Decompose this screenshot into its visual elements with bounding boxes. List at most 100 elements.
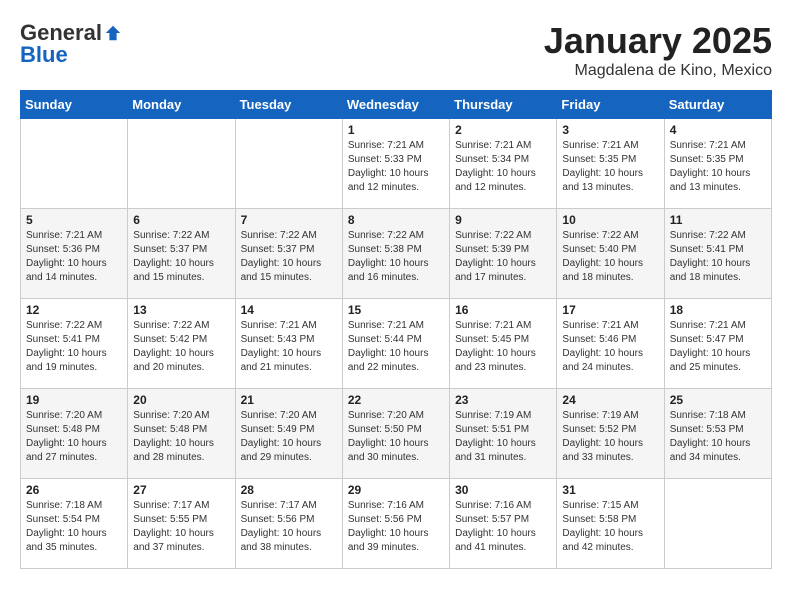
calendar-cell [128,119,235,209]
day-info: Sunrise: 7:21 AM Sunset: 5:35 PM Dayligh… [670,139,766,195]
calendar-cell: 4 Sunrise: 7:21 AM Sunset: 5:35 PM Daylig… [664,119,771,209]
calendar-week-row: 26Sunrise: 7:18 AM Sunset: 5:54 PM Dayli… [21,479,772,569]
day-number: 6 [133,213,229,227]
calendar-subtitle: Magdalena de Kino, Mexico [544,62,772,80]
logo-blue-text: Blue [20,42,68,68]
calendar-cell: 7 Sunrise: 7:22 AM Sunset: 5:37 PM Daylig… [235,209,342,299]
day-number: 1 [348,123,444,137]
calendar-week-row: 1 Sunrise: 7:21 AM Sunset: 5:33 PM Daylig… [21,119,772,209]
day-info: Sunrise: 7:16 AM Sunset: 5:57 PM Dayligh… [455,499,551,555]
page-header: General Blue January 2025 Magdalena de K… [20,20,772,80]
day-number: 19 [26,393,122,407]
calendar-cell [235,119,342,209]
day-info: Sunrise: 7:17 AM Sunset: 5:56 PM Dayligh… [241,499,337,555]
weekday-header-cell: Sunday [21,91,128,119]
calendar-cell: 8 Sunrise: 7:22 AM Sunset: 5:38 PM Daylig… [342,209,449,299]
calendar-cell: 3 Sunrise: 7:21 AM Sunset: 5:35 PM Daylig… [557,119,664,209]
day-info: Sunrise: 7:22 AM Sunset: 5:38 PM Dayligh… [348,229,444,285]
calendar-cell: 24Sunrise: 7:19 AM Sunset: 5:52 PM Dayli… [557,389,664,479]
calendar-cell: 1 Sunrise: 7:21 AM Sunset: 5:33 PM Daylig… [342,119,449,209]
calendar-cell: 13Sunrise: 7:22 AM Sunset: 5:42 PM Dayli… [128,299,235,389]
calendar-cell: 21 Sunrise: 7:20 AM Sunset: 5:49 PM Dayli… [235,389,342,479]
day-number: 14 [241,303,337,317]
day-number: 25 [670,393,766,407]
weekday-header-cell: Saturday [664,91,771,119]
calendar-cell: 19Sunrise: 7:20 AM Sunset: 5:48 PM Dayli… [21,389,128,479]
weekday-header-cell: Monday [128,91,235,119]
calendar-cell [21,119,128,209]
day-number: 18 [670,303,766,317]
day-info: Sunrise: 7:21 AM Sunset: 5:36 PM Dayligh… [26,229,122,285]
day-number: 21 [241,393,337,407]
day-info: Sunrise: 7:19 AM Sunset: 5:51 PM Dayligh… [455,409,551,465]
day-number: 27 [133,483,229,497]
calendar-cell: 25 Sunrise: 7:18 AM Sunset: 5:53 PM Dayli… [664,389,771,479]
day-info: Sunrise: 7:22 AM Sunset: 5:37 PM Dayligh… [241,229,337,285]
day-number: 22 [348,393,444,407]
day-info: Sunrise: 7:19 AM Sunset: 5:52 PM Dayligh… [562,409,658,465]
weekday-header-row: SundayMondayTuesdayWednesdayThursdayFrid… [21,91,772,119]
calendar-cell: 2 Sunrise: 7:21 AM Sunset: 5:34 PM Daylig… [450,119,557,209]
day-number: 8 [348,213,444,227]
calendar-cell: 28 Sunrise: 7:17 AM Sunset: 5:56 PM Dayli… [235,479,342,569]
day-number: 5 [26,213,122,227]
day-info: Sunrise: 7:21 AM Sunset: 5:45 PM Dayligh… [455,319,551,375]
calendar-cell: 6 Sunrise: 7:22 AM Sunset: 5:37 PM Daylig… [128,209,235,299]
day-number: 16 [455,303,551,317]
day-number: 23 [455,393,551,407]
calendar-cell: 30Sunrise: 7:16 AM Sunset: 5:57 PM Dayli… [450,479,557,569]
calendar-cell: 27 Sunrise: 7:17 AM Sunset: 5:55 PM Dayli… [128,479,235,569]
calendar-cell: 9Sunrise: 7:22 AM Sunset: 5:39 PM Daylig… [450,209,557,299]
day-info: Sunrise: 7:21 AM Sunset: 5:43 PM Dayligh… [241,319,337,375]
calendar-cell: 20Sunrise: 7:20 AM Sunset: 5:48 PM Dayli… [128,389,235,479]
day-info: Sunrise: 7:20 AM Sunset: 5:50 PM Dayligh… [348,409,444,465]
day-info: Sunrise: 7:17 AM Sunset: 5:55 PM Dayligh… [133,499,229,555]
calendar-cell: 23 Sunrise: 7:19 AM Sunset: 5:51 PM Dayli… [450,389,557,479]
calendar-cell: 11Sunrise: 7:22 AM Sunset: 5:41 PM Dayli… [664,209,771,299]
day-number: 29 [348,483,444,497]
calendar-cell: 29 Sunrise: 7:16 AM Sunset: 5:56 PM Dayli… [342,479,449,569]
day-number: 4 [670,123,766,137]
weekday-header-cell: Thursday [450,91,557,119]
day-number: 31 [562,483,658,497]
day-number: 12 [26,303,122,317]
day-number: 26 [26,483,122,497]
calendar-table: SundayMondayTuesdayWednesdayThursdayFrid… [20,90,772,569]
calendar-week-row: 19Sunrise: 7:20 AM Sunset: 5:48 PM Dayli… [21,389,772,479]
weekday-header-cell: Tuesday [235,91,342,119]
calendar-week-row: 5 Sunrise: 7:21 AM Sunset: 5:36 PM Daylig… [21,209,772,299]
day-number: 28 [241,483,337,497]
day-info: Sunrise: 7:21 AM Sunset: 5:44 PM Dayligh… [348,319,444,375]
day-number: 20 [133,393,229,407]
calendar-cell: 10Sunrise: 7:22 AM Sunset: 5:40 PM Dayli… [557,209,664,299]
calendar-cell: 16 Sunrise: 7:21 AM Sunset: 5:45 PM Dayli… [450,299,557,389]
calendar-body: 1 Sunrise: 7:21 AM Sunset: 5:33 PM Daylig… [21,119,772,569]
title-block: January 2025 Magdalena de Kino, Mexico [544,20,772,80]
calendar-cell: 12 Sunrise: 7:22 AM Sunset: 5:41 PM Dayli… [21,299,128,389]
day-number: 7 [241,213,337,227]
day-info: Sunrise: 7:22 AM Sunset: 5:37 PM Dayligh… [133,229,229,285]
day-info: Sunrise: 7:20 AM Sunset: 5:49 PM Dayligh… [241,409,337,465]
day-info: Sunrise: 7:15 AM Sunset: 5:58 PM Dayligh… [562,499,658,555]
calendar-cell: 14 Sunrise: 7:21 AM Sunset: 5:43 PM Dayli… [235,299,342,389]
day-info: Sunrise: 7:21 AM Sunset: 5:33 PM Dayligh… [348,139,444,195]
day-info: Sunrise: 7:16 AM Sunset: 5:56 PM Dayligh… [348,499,444,555]
day-number: 9 [455,213,551,227]
calendar-week-row: 12 Sunrise: 7:22 AM Sunset: 5:41 PM Dayli… [21,299,772,389]
day-info: Sunrise: 7:21 AM Sunset: 5:34 PM Dayligh… [455,139,551,195]
calendar-cell: 15Sunrise: 7:21 AM Sunset: 5:44 PM Dayli… [342,299,449,389]
day-number: 13 [133,303,229,317]
calendar-title: January 2025 [544,20,772,62]
calendar-cell: 31 Sunrise: 7:15 AM Sunset: 5:58 PM Dayli… [557,479,664,569]
day-number: 11 [670,213,766,227]
calendar-cell: 17 Sunrise: 7:21 AM Sunset: 5:46 PM Dayli… [557,299,664,389]
day-info: Sunrise: 7:18 AM Sunset: 5:53 PM Dayligh… [670,409,766,465]
day-info: Sunrise: 7:21 AM Sunset: 5:35 PM Dayligh… [562,139,658,195]
day-number: 3 [562,123,658,137]
day-number: 17 [562,303,658,317]
day-info: Sunrise: 7:21 AM Sunset: 5:46 PM Dayligh… [562,319,658,375]
day-number: 2 [455,123,551,137]
day-info: Sunrise: 7:22 AM Sunset: 5:41 PM Dayligh… [26,319,122,375]
calendar-cell: 22 Sunrise: 7:20 AM Sunset: 5:50 PM Dayli… [342,389,449,479]
day-info: Sunrise: 7:21 AM Sunset: 5:47 PM Dayligh… [670,319,766,375]
